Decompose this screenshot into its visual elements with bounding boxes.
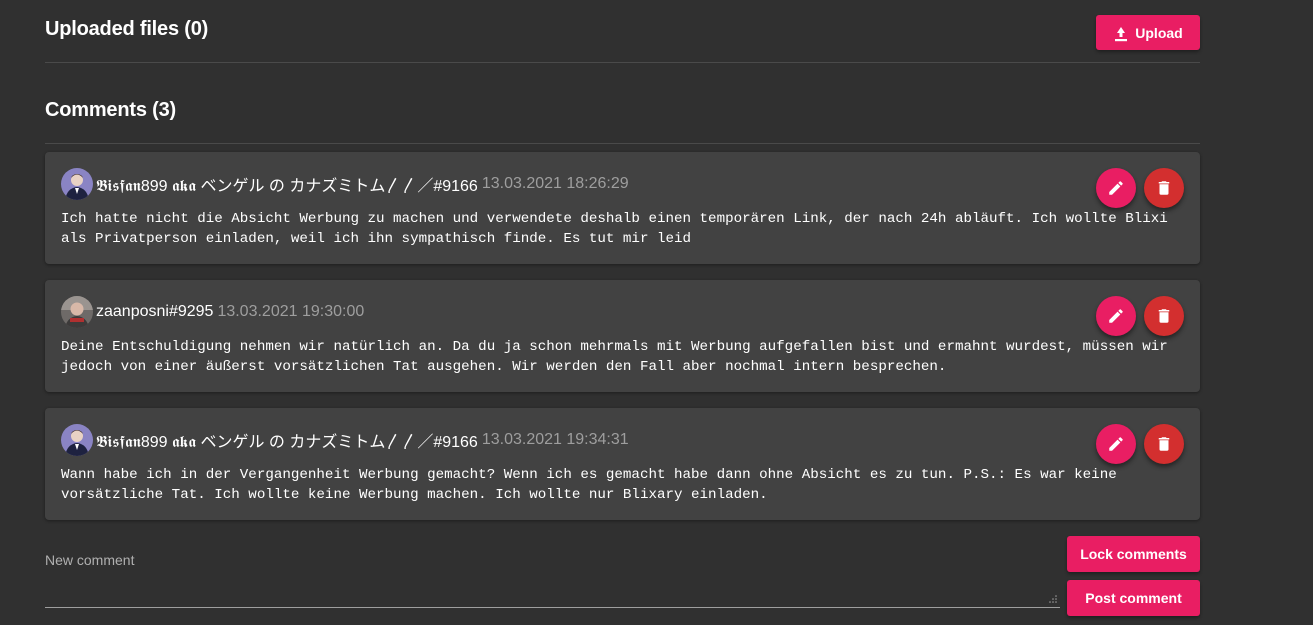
- new-comment-field[interactable]: New comment: [45, 548, 1060, 608]
- delete-comment-button[interactable]: [1144, 296, 1184, 336]
- trash-icon: [1158, 309, 1170, 323]
- comment-timestamp: 13.03.2021 19:34:31: [481, 431, 629, 448]
- lock-comments-button[interactable]: Lock comments: [1067, 536, 1200, 572]
- comment-text: Deine Entschuldigung nehmen wir natürlic…: [61, 339, 1168, 375]
- edit-comment-button[interactable]: [1096, 424, 1136, 464]
- avatar: [61, 424, 93, 456]
- new-comment-label: New comment: [45, 552, 135, 568]
- pencil-icon: [1109, 181, 1123, 195]
- comment-timestamp: 13.03.2021 19:30:00: [217, 303, 365, 320]
- comment-author: 𝕭𝖎𝖘𝖋𝖆𝖓899 𝖆𝖐𝖆 ベンゲル の カナズミトム〳〳／#9166: [96, 434, 478, 451]
- trash-icon: [1158, 181, 1170, 195]
- edit-comment-button[interactable]: [1096, 296, 1136, 336]
- pencil-icon: [1109, 437, 1123, 451]
- upload-button-label: Upload: [1135, 24, 1183, 41]
- pencil-icon: [1109, 309, 1123, 323]
- comment-text: Wann habe ich in der Vergangenheit Werbu…: [61, 467, 1117, 503]
- comment-header: 𝕭𝖎𝖘𝖋𝖆𝖓899 𝖆𝖐𝖆 ベンゲル の カナズミトム〳〳／#9166 13.0…: [61, 168, 629, 200]
- delete-comment-button[interactable]: [1144, 168, 1184, 208]
- comment-author: zaanposni#9295: [96, 303, 214, 320]
- case-details-panel: Uploaded files (0) Upload Comments (3) 𝕭…: [45, 0, 1200, 616]
- comments-header: Comments (3): [45, 62, 1200, 144]
- comment-card: 𝕭𝖎𝖘𝖋𝖆𝖓899 𝖆𝖐𝖆 ベンゲル の カナズミトム〳〳／#9166 13.0…: [45, 152, 1200, 264]
- upload-button[interactable]: Upload: [1096, 15, 1200, 50]
- delete-comment-button[interactable]: [1144, 424, 1184, 464]
- upload-icon: [1115, 26, 1128, 41]
- avatar: [61, 168, 93, 200]
- uploaded-files-title: Uploaded files (0): [45, 18, 209, 40]
- uploaded-files-header: Uploaded files (0) Upload: [45, 0, 1200, 63]
- edit-comment-button[interactable]: [1096, 168, 1136, 208]
- trash-icon: [1158, 437, 1170, 451]
- comment-timestamp: 13.03.2021 18:26:29: [481, 175, 629, 192]
- comment-text: Ich hatte nicht die Absicht Werbung zu m…: [61, 211, 1168, 247]
- comment-header: 𝕭𝖎𝖘𝖋𝖆𝖓899 𝖆𝖐𝖆 ベンゲル の カナズミトム〳〳／#9166 13.0…: [61, 424, 629, 456]
- comments-title: Comments (3): [45, 99, 176, 121]
- comment-header: zaanposni#9295 13.03.2021 19:30:00: [61, 296, 364, 328]
- comment-author: 𝕭𝖎𝖘𝖋𝖆𝖓899 𝖆𝖐𝖆 ベンゲル の カナズミトム〳〳／#9166: [96, 178, 478, 195]
- avatar: [61, 296, 93, 328]
- resize-handle-icon[interactable]: [1049, 595, 1057, 603]
- comment-card: 𝕭𝖎𝖘𝖋𝖆𝖓899 𝖆𝖐𝖆 ベンゲル の カナズミトム〳〳／#9166 13.0…: [45, 408, 1200, 520]
- post-comment-button[interactable]: Post comment: [1067, 580, 1200, 616]
- comment-card: zaanposni#9295 13.03.2021 19:30:00 Deine…: [45, 280, 1200, 392]
